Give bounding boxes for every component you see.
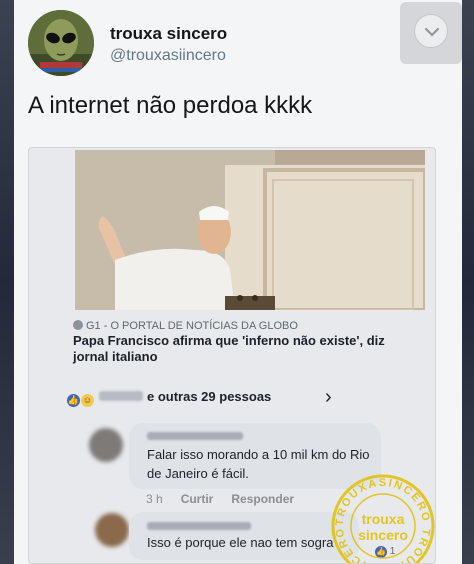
- like-comment-button[interactable]: Curtir: [181, 492, 214, 506]
- article-source: G1 - O PORTAL DE NOTÍCIAS DA GLOBO: [73, 320, 298, 332]
- g1-globe-icon: [73, 320, 83, 330]
- svg-text:trouxa: trouxa: [362, 511, 405, 527]
- avatar[interactable]: [28, 10, 94, 76]
- user-display-name[interactable]: trouxa sincero: [110, 24, 227, 44]
- user-handle[interactable]: @trouxasiincero: [110, 47, 226, 65]
- alien-avatar-icon: [28, 10, 94, 76]
- haha-icon: ☺: [81, 394, 94, 407]
- reactions-summary: e outras 29 pessoas: [147, 389, 272, 404]
- pope-photo-image: [75, 150, 425, 310]
- comment-text: Isso é porque ele nao tem sogra: [147, 535, 334, 550]
- tweet-text: A internet não perdoa kkkk: [28, 92, 313, 119]
- blurred-commenter-name: [147, 522, 251, 530]
- chevron-down-icon: [425, 28, 439, 37]
- embedded-facebook-screenshot[interactable]: G1 - O PORTAL DE NOTÍCIAS DA GLOBO Papa …: [28, 147, 436, 564]
- comment-time: 3 h: [146, 492, 163, 506]
- right-background-strip: [462, 0, 474, 564]
- tweet-card: trouxa sincero @trouxasiincero A interne…: [14, 0, 462, 564]
- article-photo[interactable]: [75, 150, 425, 310]
- reactions-row[interactable]: 👍 ☺ e outras 29 pessoas: [67, 389, 271, 407]
- reply-comment-button[interactable]: Responder: [231, 492, 294, 506]
- svg-text:sincero: sincero: [358, 527, 408, 543]
- menu-circle[interactable]: [414, 14, 448, 48]
- watermark-seal-icon: TROUXASINCERO TROUXASINCERO trouxa since…: [331, 474, 435, 563]
- article-title[interactable]: Papa Francisco afirma que 'inferno não e…: [73, 333, 403, 365]
- comment-actions: 3 h Curtir Responder: [146, 492, 294, 506]
- like-icon: 👍: [67, 394, 80, 407]
- article-source-text: G1 - O PORTAL DE NOTÍCIAS DA GLOBO: [86, 320, 298, 332]
- left-background-strip: [0, 0, 14, 564]
- blurred-commenter-name: [147, 432, 243, 440]
- commenter-avatar[interactable]: [89, 428, 123, 462]
- blurred-name: [99, 391, 143, 401]
- tweet-menu-button[interactable]: [400, 2, 462, 64]
- commenter-avatar[interactable]: [95, 513, 129, 547]
- chevron-right-icon[interactable]: ›: [325, 386, 332, 409]
